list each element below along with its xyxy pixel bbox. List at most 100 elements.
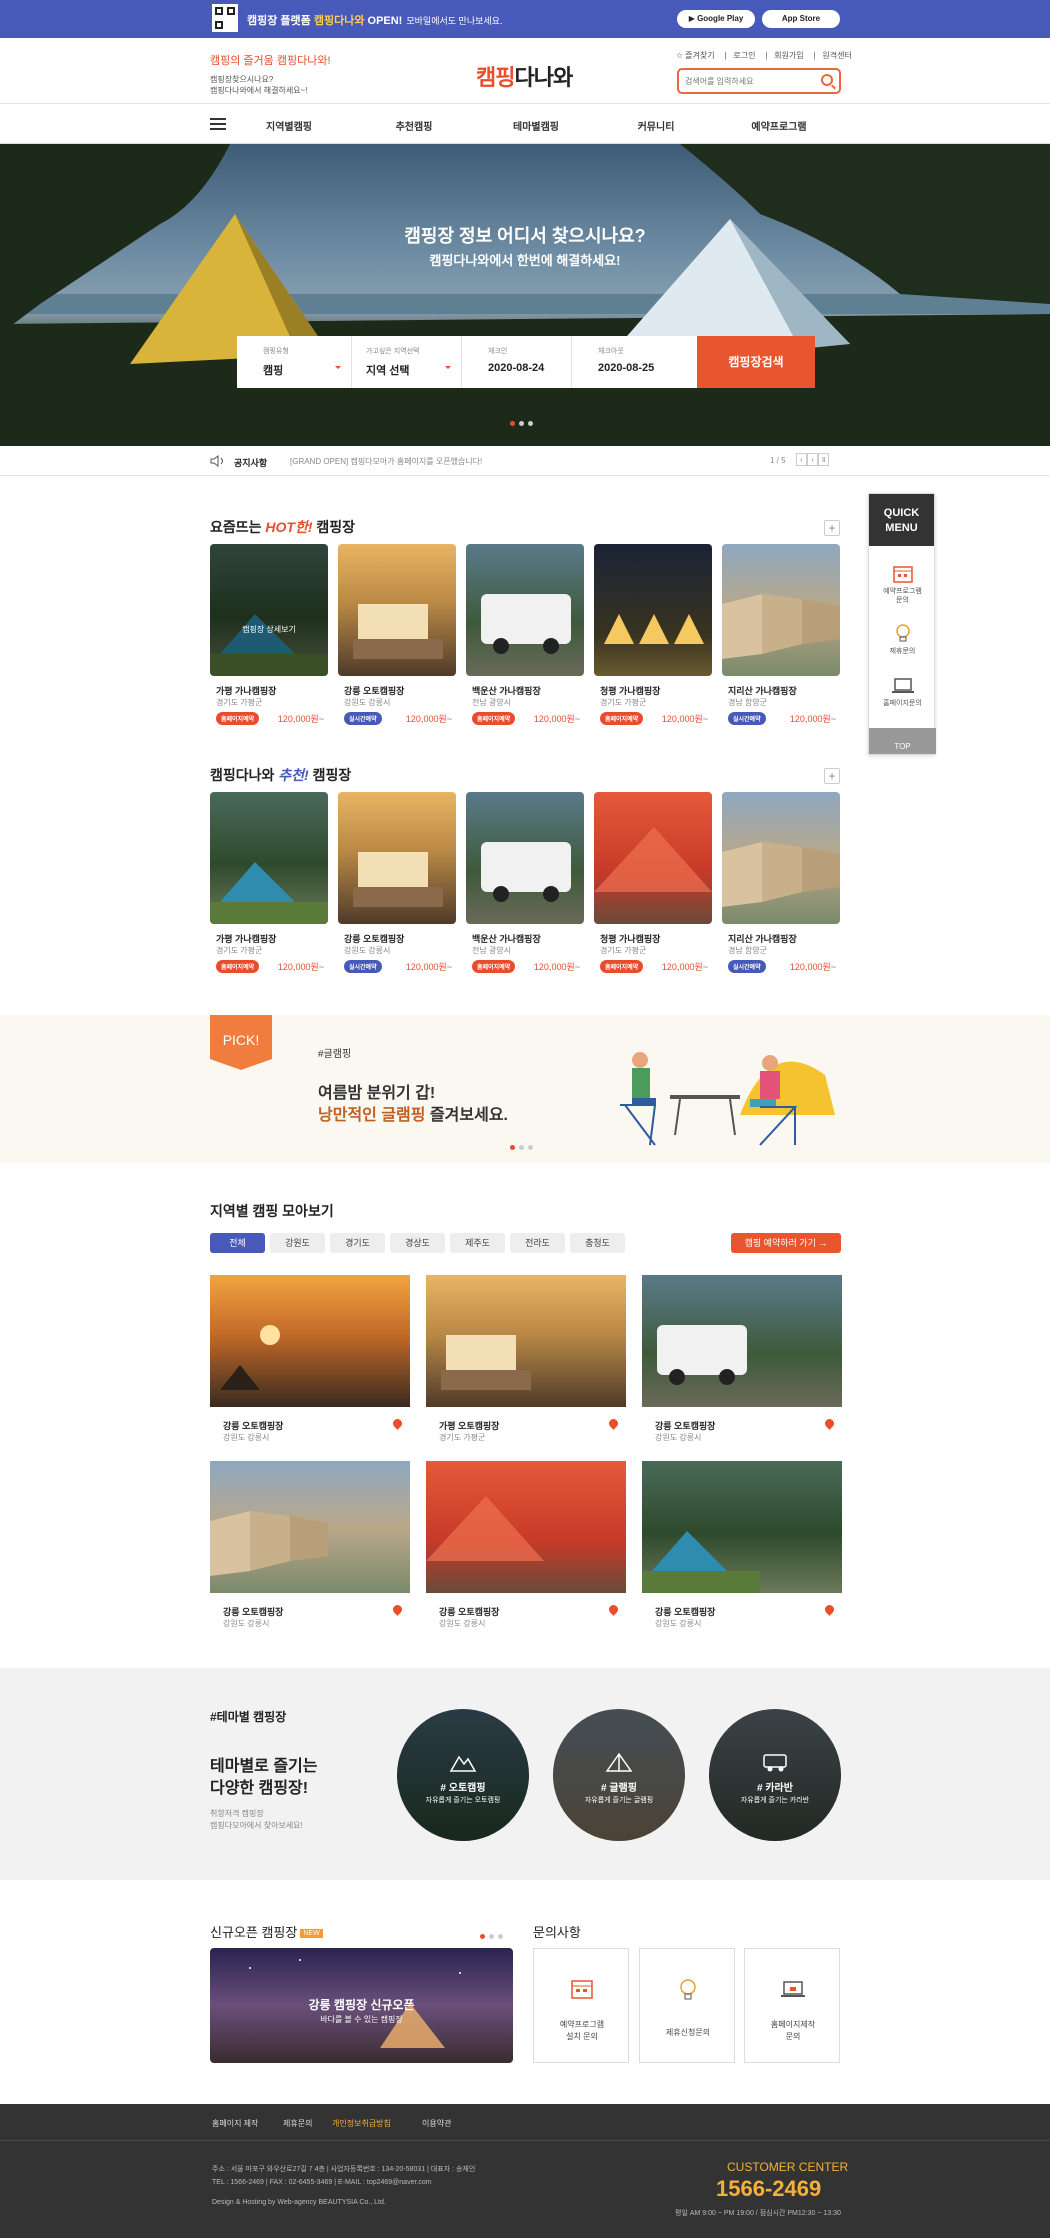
- reserve-go-button[interactable]: 캠핑 예약하러 가기 →: [731, 1233, 841, 1253]
- camp-photo[interactable]: [210, 792, 328, 924]
- map-pin-icon[interactable]: [823, 1603, 836, 1616]
- footer-link-privacy[interactable]: 개인정보취급방침: [332, 2118, 391, 2129]
- util-signup[interactable]: 회원가입: [774, 51, 803, 60]
- promo-topbar: 캠핑장 플랫폼 캠핑다나와 OPEN! 모바일에서도 만나보세요. ▶ Googl…: [0, 0, 1050, 38]
- region-chip[interactable]: 경기도: [330, 1233, 385, 1253]
- pause-icon[interactable]: ॥: [818, 453, 829, 466]
- region-chip[interactable]: 전체: [210, 1233, 265, 1253]
- search-icon[interactable]: [821, 74, 833, 86]
- search-input[interactable]: [685, 71, 815, 91]
- region-camp-photo[interactable]: [642, 1461, 842, 1593]
- camp-photo[interactable]: [722, 544, 840, 676]
- camp-name: 강릉 오토캠핑장: [344, 934, 405, 944]
- nav-community[interactable]: 커뮤니티: [611, 118, 701, 133]
- camp-photo[interactable]: [594, 544, 712, 676]
- nav-region[interactable]: 지역별캠핑: [244, 118, 334, 133]
- camp-card[interactable]: 백운산 가나캠핑장 전남 광양시 홈페이지예약 120,000원~: [466, 544, 584, 725]
- scroll-top-button[interactable]: TOP: [869, 728, 936, 754]
- footer-link-partnership[interactable]: 제휴문의: [283, 2118, 312, 2129]
- theme-caravan[interactable]: # 카라반 자유롭게 즐기는 카라반: [709, 1709, 841, 1841]
- map-pin-icon[interactable]: [607, 1603, 620, 1616]
- field-region[interactable]: 가고싶은 지역선택 지역 선택: [352, 336, 462, 388]
- camp-card[interactable]: 가평 가나캠핑장 경기도 가평군 홈페이지예약 120,000원~: [210, 792, 328, 973]
- newopen-banner[interactable]: 강릉 캠핑장 신규오픈 바다를 볼 수 있는 캠핑장: [210, 1948, 513, 2063]
- quick-item-homepage[interactable]: 홈페이지문의: [869, 676, 936, 708]
- camp-card[interactable]: 강릉 오토캠핑장 강원도 강릉시 실시간예약 120,000원~: [338, 544, 456, 725]
- region-camp-photo[interactable]: [210, 1461, 410, 1593]
- region-camp-card[interactable]: 가평 오토캠핑장 경기도 가평군: [426, 1275, 626, 1442]
- map-pin-icon[interactable]: [823, 1417, 836, 1430]
- camp-region: 경남 함양군: [728, 698, 768, 707]
- speaker-icon: [210, 455, 223, 467]
- recommend-more-button[interactable]: +: [824, 768, 840, 784]
- region-camp-card[interactable]: 강릉 오토캠핑장 강원도 강릉시: [210, 1461, 410, 1628]
- camp-card[interactable]: 지리산 가나캠핑장 경남 함양군 실시간예약 120,000원~: [722, 544, 840, 725]
- hot-more-button[interactable]: +: [824, 520, 840, 536]
- mountain-tent-icon: [449, 1755, 477, 1772]
- footer-address: 주소 : 서울 마포구 와우산로27길 7 4층 | 사업자등록번호 : 134…: [212, 2166, 476, 2173]
- pick-headline: 여름밤 분위기 갑!: [318, 1085, 436, 1102]
- field-camp-type[interactable]: 캠핑유형 캠핑: [237, 336, 352, 388]
- region-camp-photo[interactable]: [426, 1461, 626, 1593]
- footer-link-terms[interactable]: 이용약관: [422, 2118, 451, 2129]
- camp-photo[interactable]: [338, 792, 456, 924]
- region-chip[interactable]: 강원도: [270, 1233, 325, 1253]
- camp-photo[interactable]: [466, 544, 584, 676]
- theme-glamping[interactable]: # 글램핑 자유롭게 즐기는 글램핑: [553, 1709, 685, 1841]
- map-pin-icon[interactable]: [391, 1603, 404, 1616]
- camp-photo[interactable]: 캠핑장 상세보기: [210, 544, 328, 676]
- nav-reservation[interactable]: 예약프로그램: [734, 118, 824, 133]
- quick-item-reservation[interactable]: 예약프로그램 문의: [869, 564, 936, 605]
- footer-link-homepage[interactable]: 홈페이지 제작: [212, 2118, 258, 2129]
- quick-item-partnership[interactable]: 제휴문의: [869, 622, 936, 656]
- region-camp-card[interactable]: 강릉 오토캠핑장 강원도 강릉시: [426, 1461, 626, 1628]
- field-label: 체크아웃: [598, 348, 624, 355]
- region-chip[interactable]: 충청도: [570, 1233, 625, 1253]
- google-play-button[interactable]: ▶ Google Play: [677, 10, 755, 28]
- next-arrow-icon[interactable]: ›: [807, 453, 818, 466]
- util-remote[interactable]: 원격센터: [822, 51, 851, 60]
- util-bookmark[interactable]: 즐겨찾기: [685, 51, 714, 60]
- camp-card[interactable]: 강릉 오토캠핑장 강원도 강릉시 실시간예약 120,000원~: [338, 792, 456, 973]
- camp-card[interactable]: 청평 가나캠핑장 경기도 가평군 홈페이지예약 120,000원~: [594, 792, 712, 973]
- field-checkin[interactable]: 체크인 2020-08-24: [462, 336, 572, 388]
- camp-card[interactable]: 청평 가나캠핑장 경기도 가평군 홈페이지예약 120,000원~: [594, 544, 712, 725]
- prev-arrow-icon[interactable]: ‹: [796, 453, 807, 466]
- region-camp-photo[interactable]: [210, 1275, 410, 1407]
- region-camp-card[interactable]: 강릉 오토캠핑장 강원도 강릉시: [642, 1275, 842, 1442]
- camp-card[interactable]: 백운산 가나캠핑장 전남 광양시 홈페이지예약 120,000원~: [466, 792, 584, 973]
- field-checkout[interactable]: 체크아웃 2020-08-25: [572, 336, 697, 388]
- site-logo[interactable]: 캠핑다나와: [476, 60, 573, 92]
- hero-pagination[interactable]: [510, 415, 537, 426]
- pick-pagination[interactable]: [510, 1139, 537, 1150]
- pick-flag: PICK!: [210, 1015, 272, 1070]
- region-chip[interactable]: 제주도: [450, 1233, 505, 1253]
- theme-auto-camping[interactable]: # 오토캠핑 자유롭게 즐기는 오토캠핑: [397, 1709, 529, 1841]
- region-camp-photo[interactable]: [642, 1275, 842, 1407]
- camp-photo[interactable]: [338, 544, 456, 676]
- camp-search-button[interactable]: 캠핑장검색: [697, 336, 815, 388]
- camp-region: 전남 광양시: [472, 698, 512, 707]
- camp-photo[interactable]: [722, 792, 840, 924]
- inquiry-partnership[interactable]: 제휴신청문의: [639, 1948, 735, 2063]
- camp-card[interactable]: 지리산 가나캠핑장 경남 함양군 실시간예약 120,000원~: [722, 792, 840, 973]
- region-camp-card[interactable]: 강릉 오토캠핑장 강원도 강릉시: [210, 1275, 410, 1442]
- inquiry-homepage[interactable]: 홈페이지제작 문의: [744, 1948, 840, 2063]
- camp-photo[interactable]: [594, 792, 712, 924]
- region-chip[interactable]: 경상도: [390, 1233, 445, 1253]
- camp-card[interactable]: 캠핑장 상세보기 가평 가나캠핑장 경기도 가평군 홈페이지예약 120,000원~: [210, 544, 328, 725]
- camp-photo[interactable]: [466, 792, 584, 924]
- region-chip[interactable]: 전라도: [510, 1233, 565, 1253]
- app-store-button[interactable]: App Store: [762, 10, 840, 28]
- nav-recommend[interactable]: 추천캠핑: [369, 118, 459, 133]
- region-camp-photo[interactable]: [426, 1275, 626, 1407]
- map-pin-icon[interactable]: [391, 1417, 404, 1430]
- region-camp-card[interactable]: 강릉 오토캠핑장 강원도 강릉시: [642, 1461, 842, 1628]
- newopen-pagination[interactable]: [480, 1928, 507, 1939]
- util-login[interactable]: 로그인: [733, 51, 755, 60]
- inquiry-reservation[interactable]: 예약프로그램 설치 문의: [533, 1948, 629, 2063]
- map-pin-icon[interactable]: [607, 1417, 620, 1430]
- notice-text[interactable]: [GRAND OPEN] 캠핑다모아가 홈페이지를 오픈했습니다!: [290, 456, 482, 467]
- nav-theme[interactable]: 테마별캠핑: [491, 118, 581, 133]
- menu-icon[interactable]: [210, 118, 226, 130]
